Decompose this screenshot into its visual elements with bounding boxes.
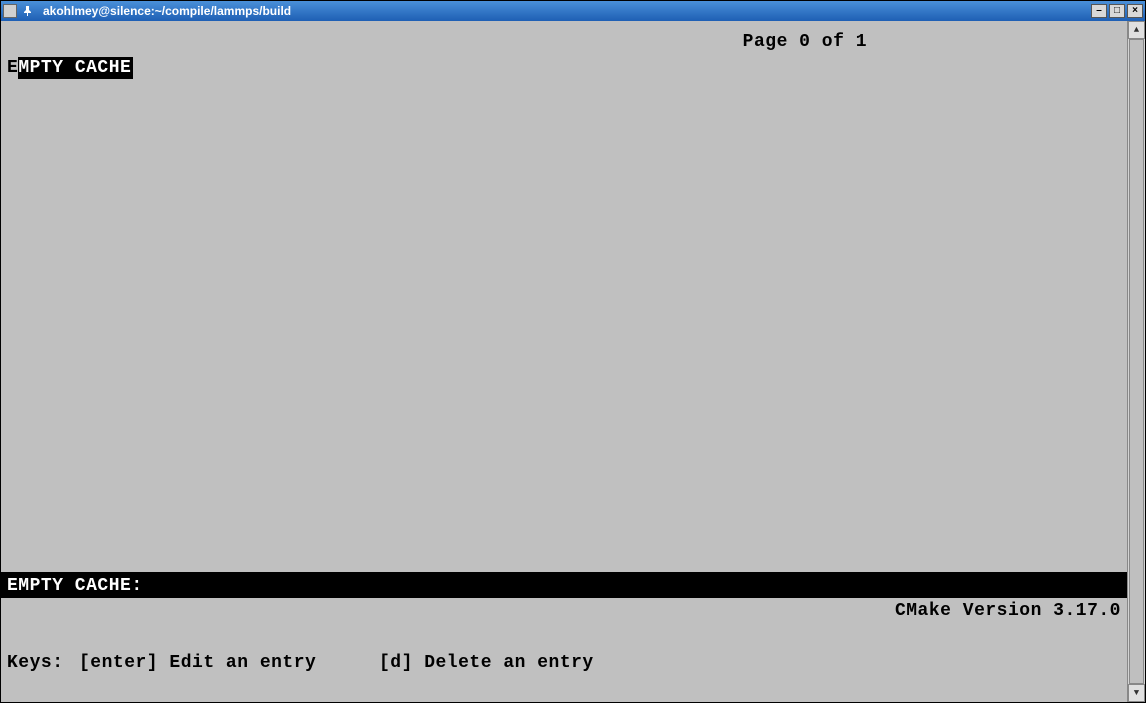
scroll-thumb[interactable] xyxy=(1129,39,1144,684)
status-bar: EMPTY CACHE: xyxy=(1,572,1127,598)
terminal-area[interactable]: Page 0 of 1 EMPTY CACHE EMPTY CACHE: CMa… xyxy=(1,21,1127,702)
terminal-window: akohlmey@silence:~/compile/lammps/build … xyxy=(0,0,1146,703)
pin-icon[interactable] xyxy=(21,4,35,18)
empty-cache-entry[interactable]: EMPTY CACHE xyxy=(7,55,133,81)
scroll-track[interactable] xyxy=(1128,39,1145,684)
close-button[interactable]: × xyxy=(1127,4,1143,18)
page-indicator: Page 0 of 1 xyxy=(743,29,867,55)
keys-help: Keys:[enter] Edit an entry[d] Delete an … xyxy=(7,598,1121,702)
window-title: akohlmey@silence:~/compile/lammps/build xyxy=(43,4,291,18)
cache-rest: MPTY CACHE xyxy=(18,57,133,79)
key-d: [d] Delete an entry xyxy=(379,650,1121,676)
vertical-scrollbar[interactable]: ▲ ▼ xyxy=(1127,21,1145,702)
cache-first-char: E xyxy=(7,58,18,78)
content-wrap: Page 0 of 1 EMPTY CACHE EMPTY CACHE: CMa… xyxy=(1,21,1145,702)
minimize-button[interactable]: – xyxy=(1091,4,1107,18)
window-titlebar[interactable]: akohlmey@silence:~/compile/lammps/build … xyxy=(1,1,1145,21)
window-controls: – □ × xyxy=(1091,4,1143,18)
window-menu-icon[interactable] xyxy=(3,4,17,18)
maximize-button[interactable]: □ xyxy=(1109,4,1125,18)
titlebar-left: akohlmey@silence:~/compile/lammps/build xyxy=(3,4,291,18)
key-enter: [enter] Edit an entry xyxy=(79,650,379,676)
scroll-down-button[interactable]: ▼ xyxy=(1128,684,1145,702)
scroll-up-button[interactable]: ▲ xyxy=(1128,21,1145,39)
keys-label: Keys: xyxy=(7,650,79,676)
